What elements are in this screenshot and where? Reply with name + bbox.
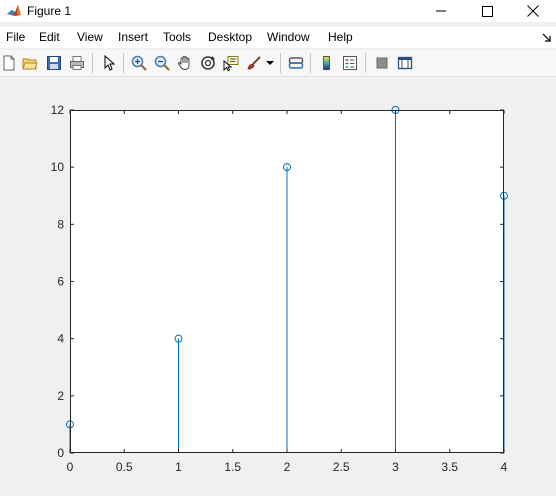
save-icon <box>47 56 61 70</box>
hide-plot-tools-button[interactable] <box>373 54 391 72</box>
x-tick-label: 1 <box>175 460 182 474</box>
menu-file[interactable]: File <box>6 30 25 44</box>
y-tick-label: 10 <box>51 160 65 174</box>
x-tick-label: 1.5 <box>224 460 241 474</box>
toolbar-separator <box>92 53 93 73</box>
minimize-button[interactable] <box>418 0 464 22</box>
toolbar-separator <box>365 53 366 73</box>
zoom-in-button[interactable] <box>130 54 148 72</box>
minimize-icon <box>436 10 446 12</box>
zoom-out-button[interactable] <box>153 54 171 72</box>
x-tick-label: 3 <box>392 460 399 474</box>
show-plot-tools-button[interactable] <box>396 54 414 72</box>
brush-button[interactable] <box>245 54 263 72</box>
menu-desktop[interactable]: Desktop <box>208 30 252 44</box>
close-icon <box>527 5 539 17</box>
menu-tools[interactable]: Tools <box>163 30 191 44</box>
x-tick-label: 0.5 <box>116 460 133 474</box>
menu-view[interactable]: View <box>77 30 103 44</box>
x-tick-label: 4 <box>501 460 508 474</box>
save-button[interactable] <box>45 54 63 72</box>
new-figure-icon <box>3 55 15 71</box>
close-button[interactable] <box>510 0 556 22</box>
legend-icon <box>343 56 357 70</box>
link-plot-icon <box>288 57 304 69</box>
data-cursor-icon <box>223 56 239 71</box>
show-plot-tools-icon <box>397 56 413 70</box>
x-tick-label: 3.5 <box>441 460 458 474</box>
new-figure-button[interactable] <box>0 54 18 72</box>
link-plot-button[interactable] <box>287 54 305 72</box>
hide-plot-tools-icon <box>376 57 388 69</box>
y-tick-label: 4 <box>57 332 64 346</box>
rotate-3d-button[interactable] <box>199 54 217 72</box>
window-title: Figure 1 <box>27 4 72 18</box>
pointer-icon <box>104 55 116 71</box>
figure-toolbar <box>0 50 556 77</box>
pan-button[interactable] <box>176 54 194 72</box>
maximize-icon <box>481 5 493 17</box>
insert-legend-button[interactable] <box>341 54 359 72</box>
matlab-logo-icon <box>7 5 21 16</box>
menu-bar: File Edit View Insert Tools Desktop Wind… <box>0 27 556 48</box>
x-tick-label: 2.5 <box>333 460 350 474</box>
pan-icon <box>178 56 190 70</box>
rotate-3d-icon <box>201 56 215 70</box>
y-tick-label: 6 <box>57 275 64 289</box>
menu-insert[interactable]: Insert <box>118 30 148 44</box>
toolbar-separator <box>123 53 124 73</box>
menu-edit[interactable]: Edit <box>39 30 60 44</box>
brush-icon <box>247 56 261 70</box>
colorbar-icon <box>323 56 330 70</box>
menu-window[interactable]: Window <box>267 30 310 44</box>
y-tick-label: 8 <box>57 217 64 231</box>
x-tick-label: 2 <box>284 460 291 474</box>
x-tick-label: 0 <box>67 460 74 474</box>
dock-figure-icon[interactable] <box>542 33 552 43</box>
title-bar: Figure 1 <box>0 0 556 23</box>
stem-plot: 0 0.5 1 1.5 2 2.5 3 3.5 4 0 2 4 6 8 10 12 <box>51 103 508 474</box>
print-icon <box>70 56 84 70</box>
maximize-button[interactable] <box>464 0 510 22</box>
zoom-out-icon <box>154 55 170 71</box>
print-button[interactable] <box>68 54 86 72</box>
insert-colorbar-button[interactable] <box>318 54 336 72</box>
menu-help[interactable]: Help <box>328 30 353 44</box>
edit-plot-button[interactable] <box>100 54 118 72</box>
toolbar-separator <box>310 53 311 73</box>
y-tick-label: 2 <box>57 389 64 403</box>
y-tick-label: 12 <box>51 103 65 117</box>
zoom-in-icon <box>131 55 147 71</box>
open-file-button[interactable] <box>21 54 39 72</box>
chevron-down-icon <box>266 61 274 65</box>
data-cursor-button[interactable] <box>222 54 240 72</box>
brush-dropdown-button[interactable] <box>265 54 275 72</box>
open-file-icon <box>22 58 38 70</box>
y-tick-label: 0 <box>57 446 64 460</box>
figure-canvas[interactable]: 0 0.5 1 1.5 2 2.5 3 3.5 4 0 2 4 6 8 10 12 <box>0 77 556 496</box>
toolbar-separator <box>280 53 281 73</box>
